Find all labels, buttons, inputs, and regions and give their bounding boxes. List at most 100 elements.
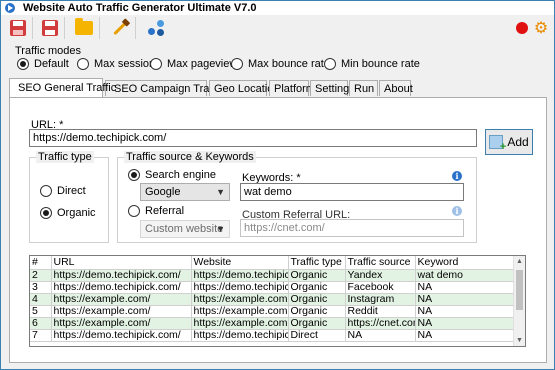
tab-seo-general[interactable]: SEO General Traffic: [9, 78, 116, 97]
gear-icon[interactable]: ⚙: [532, 19, 550, 37]
chevron-down-icon: ▼: [216, 224, 225, 234]
table-scrollbar[interactable]: ▲ ▼: [513, 256, 525, 346]
radio-indicator: [40, 185, 52, 197]
network-icon: [147, 19, 165, 37]
table-header-row: # URL Website Traffic type Traffic sourc…: [30, 256, 515, 270]
add-row-icon: [489, 135, 506, 153]
traffic-type-group: Traffic type Direct Organic: [29, 151, 109, 243]
table-row[interactable]: 4 https://example.com/ https://example.c…: [30, 293, 515, 306]
clear-wand-icon: [113, 21, 127, 35]
table-cell: NA: [415, 329, 515, 342]
traffic-type-label: Traffic type: [36, 151, 94, 163]
save-as-button[interactable]: [39, 17, 61, 39]
title-bar: Website Auto Traffic Generator Ultimate …: [1, 1, 554, 15]
record-icon[interactable]: [516, 22, 528, 34]
traffic-source-label: Traffic source & Keywords: [124, 151, 256, 163]
search-engine-dropdown[interactable]: Google ▼: [140, 183, 230, 201]
keywords-input[interactable]: wat demo: [240, 183, 464, 201]
table-cell: 4: [30, 293, 52, 306]
radio-indicator: [128, 169, 140, 181]
referral-radio[interactable]: Referral: [128, 205, 184, 217]
table-row[interactable]: 3 https://demo.techipick.com/ https://de…: [30, 281, 515, 294]
save-button[interactable]: [7, 17, 29, 39]
custom-referral-input[interactable]: https://cnet.com/: [240, 219, 464, 237]
table-cell: Instagram: [345, 293, 416, 306]
tab-settings[interactable]: Settings: [310, 80, 355, 96]
search-engine-radio[interactable]: Search engine: [128, 169, 216, 181]
open-button[interactable]: [73, 17, 95, 39]
table-cell: https://demo.techipick.cc: [191, 269, 289, 282]
table-cell: https://demo.techipick.com/: [51, 281, 192, 294]
tab-run[interactable]: Run: [349, 80, 378, 96]
mode-max-pageviews-radio[interactable]: Max pageviews: [150, 58, 243, 70]
table-cell: Organic: [288, 317, 346, 330]
traffic-direct-radio[interactable]: Direct: [40, 185, 86, 197]
tab-seo-campaign[interactable]: SEO Campaign Traffic: [105, 80, 223, 96]
clear-button[interactable]: [109, 17, 131, 39]
column-header[interactable]: Traffic source: [345, 256, 416, 270]
referral-dropdown[interactable]: Custom website ▼: [140, 220, 230, 238]
table-cell: Organic: [288, 305, 346, 318]
traffic-source-group: Traffic source & Keywords Search engine …: [117, 151, 477, 243]
open-folder-icon: [75, 18, 93, 35]
tab-platform[interactable]: Platform: [269, 80, 315, 96]
table-cell: https://demo.techipick.cc: [191, 329, 289, 342]
info-icon[interactable]: i: [452, 206, 462, 216]
scroll-down-icon[interactable]: ▼: [516, 337, 523, 344]
column-header[interactable]: Keyword: [415, 256, 515, 270]
traffic-table: # URL Website Traffic type Traffic sourc…: [29, 255, 526, 347]
table-cell: Organic: [288, 293, 346, 306]
table-row[interactable]: 7 https://demo.techipick.com/ https://de…: [30, 329, 515, 342]
column-header[interactable]: Website: [191, 256, 289, 270]
window-title: Website Auto Traffic Generator Ultimate …: [23, 2, 257, 14]
radio-indicator: [150, 58, 162, 70]
traffic-modes-label: Traffic modes: [15, 45, 82, 57]
mode-min-bounce-radio[interactable]: Min bounce rate: [324, 58, 420, 70]
column-header[interactable]: Traffic type: [288, 256, 346, 270]
toolbar: ⚙: [1, 15, 554, 41]
table-cell: NA: [415, 293, 515, 306]
traffic-organic-radio[interactable]: Organic: [40, 207, 96, 219]
scroll-thumb[interactable]: [516, 270, 523, 310]
table-cell: 6: [30, 317, 52, 330]
url-input[interactable]: https://demo.techipick.com/: [29, 129, 477, 147]
mode-default-radio[interactable]: Default: [17, 58, 69, 70]
chevron-down-icon: ▼: [216, 187, 225, 197]
traffic-grid: # URL Website Traffic type Traffic sourc…: [30, 256, 515, 342]
scroll-up-icon[interactable]: ▲: [516, 258, 523, 265]
column-header[interactable]: URL: [51, 256, 192, 270]
tab-geo-location[interactable]: Geo Location: [209, 80, 279, 96]
radio-indicator: [40, 207, 52, 219]
table-cell: https://demo.techipick.cc: [191, 281, 289, 294]
column-header[interactable]: #: [30, 256, 52, 270]
table-cell: Reddit: [345, 305, 416, 318]
app-window: Website Auto Traffic Generator Ultimate …: [0, 0, 555, 370]
mode-max-bounce-radio[interactable]: Max bounce rate: [231, 58, 330, 70]
table-cell: 3: [30, 281, 52, 294]
table-cell: https://demo.techipick.com/: [51, 329, 192, 342]
tab-strip: SEO General Traffic SEO Campaign Traffic…: [9, 78, 413, 97]
save-as-icon: [42, 20, 58, 36]
table-cell: https://cnet.com/: [345, 317, 416, 330]
radio-indicator: [324, 58, 336, 70]
table-cell: https://demo.techipick.com/: [51, 269, 192, 282]
table-cell: 2: [30, 269, 52, 282]
radio-indicator: [128, 205, 140, 217]
table-row[interactable]: 5 https://example.com/ https://example.c…: [30, 305, 515, 318]
table-cell: NA: [345, 329, 416, 342]
tab-about[interactable]: About: [379, 80, 413, 96]
add-button[interactable]: Add: [485, 129, 533, 155]
table-cell: Facebook: [345, 281, 416, 294]
mode-max-sessions-radio[interactable]: Max sessions: [77, 58, 161, 70]
table-row[interactable]: 2 https://demo.techipick.com/ https://de…: [30, 269, 515, 282]
network-button[interactable]: [145, 17, 167, 39]
table-row[interactable]: 6 https://example.com/ https://example.c…: [30, 317, 515, 330]
table-cell: https://example.com: [191, 317, 289, 330]
radio-indicator: [77, 58, 89, 70]
table-cell: https://example.com/: [51, 317, 192, 330]
table-cell: https://example.com/: [51, 305, 192, 318]
radio-indicator: [17, 58, 29, 70]
app-logo-icon: [5, 3, 15, 13]
info-icon[interactable]: i: [452, 171, 462, 181]
save-icon: [10, 20, 26, 36]
